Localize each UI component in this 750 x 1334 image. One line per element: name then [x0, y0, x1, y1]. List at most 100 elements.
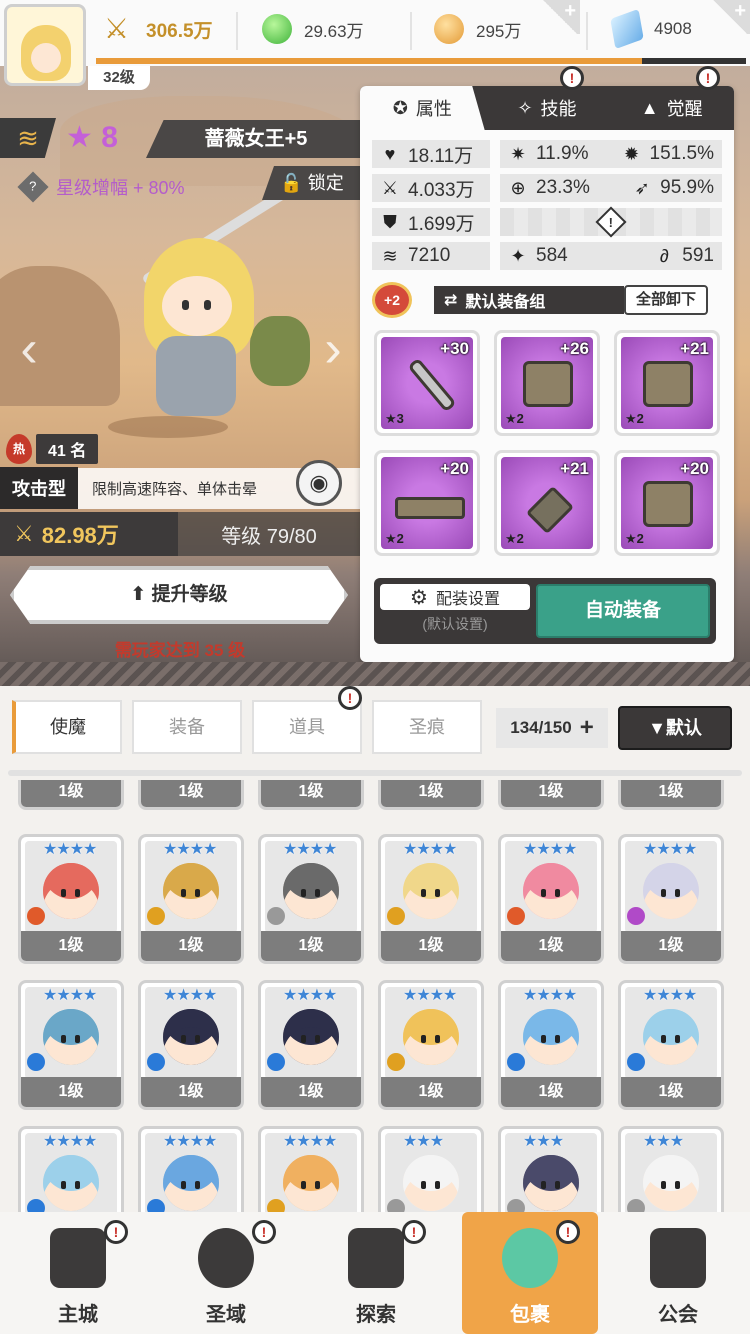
familiar-stars: ★★★★: [403, 987, 457, 1004]
familiar-card[interactable]: 1级: [498, 780, 604, 810]
bag-icon: [502, 1228, 558, 1288]
familiar-stars: ★★★★: [283, 987, 337, 1004]
element-icon[interactable]: ◉: [296, 460, 342, 506]
amulet-icon: [525, 485, 575, 535]
divider: [586, 12, 588, 50]
familiar-card[interactable]: ★★★: [498, 1126, 604, 1212]
add-gold-button[interactable]: +: [540, 0, 580, 34]
familiar-level: 1级: [501, 780, 601, 807]
loadout-settings-button[interactable]: ⚙ 配装设置: [380, 584, 530, 610]
familiar-card[interactable]: ★★★★ 1级: [18, 980, 124, 1110]
familiar-card[interactable]: ★★★★: [258, 1126, 364, 1212]
gold-currency[interactable]: 295万: [434, 8, 521, 50]
auto-equip-box: ⚙ 配装设置 (默认设置) 自动装备: [374, 578, 716, 644]
familiar-card[interactable]: 1级: [258, 780, 364, 810]
familiar-card[interactable]: ★★★★ 1级: [138, 980, 244, 1110]
hero-armor: [156, 336, 236, 416]
power-swords-icon: ⚔: [14, 521, 34, 546]
familiar-card[interactable]: 1级: [618, 780, 724, 810]
bag-tab-stigmata[interactable]: 圣痕: [372, 700, 482, 754]
familiar-stars: ★★★★: [163, 841, 217, 858]
familiar-stars: ★★★★: [43, 1133, 97, 1150]
bag-tab-familiars[interactable]: 使魔: [12, 700, 122, 754]
nav-alert-icon: !: [104, 1220, 128, 1244]
familiar-card[interactable]: 1级: [138, 780, 244, 810]
nav-label: 公会: [658, 1304, 698, 1326]
popularity-rank[interactable]: 热 41 名: [6, 434, 99, 464]
green-currency[interactable]: 29.63万: [262, 8, 364, 50]
equipment-frame: +20 ★2: [621, 457, 713, 549]
next-hero-arrow-icon[interactable]: ›: [316, 314, 350, 384]
familiar-card[interactable]: ★★★★ 1级: [258, 980, 364, 1110]
familiar-head: [283, 863, 339, 919]
tab-skills[interactable]: ✧ 技能: [485, 86, 610, 130]
stat-hp-value: 18.11万: [408, 145, 474, 167]
familiar-card[interactable]: 1级: [18, 780, 124, 810]
hero-sprite[interactable]: [104, 170, 317, 456]
familiar-card[interactable]: ★★★: [618, 1126, 724, 1212]
equipment-group-selector[interactable]: ⇄ 默认装备组: [434, 286, 624, 314]
gem-currency[interactable]: 4908: [610, 8, 692, 50]
armor-icon: [643, 361, 693, 407]
equipment-slot-amulet[interactable]: +21 ★2: [494, 450, 600, 556]
familiar-card[interactable]: ★★★★ 1级: [618, 980, 724, 1110]
familiar-head: [523, 1009, 579, 1065]
bag-capacity[interactable]: 134/150 +: [496, 708, 608, 748]
dodge-icon: ➶: [634, 177, 650, 198]
skill-icon: ✧: [517, 97, 533, 118]
gold-coin-icon: [434, 14, 464, 44]
nav-guild[interactable]: 公会: [610, 1212, 746, 1334]
familiar-card[interactable]: ★★★: [378, 1126, 484, 1212]
familiar-card[interactable]: ★★★★ 1级: [498, 980, 604, 1110]
equipment-slot-boots[interactable]: +20 ★2: [614, 450, 720, 556]
tab-attributes[interactable]: ✪ 属性: [360, 86, 485, 130]
familiar-head: [523, 1155, 579, 1211]
familiar-card[interactable]: ★★★★ 1级: [618, 834, 724, 964]
familiar-stars: ★★★: [523, 1133, 564, 1150]
familiar-stars: ★★★★: [523, 987, 577, 1004]
familiar-head: [403, 863, 459, 919]
unequip-all-button[interactable]: 全部卸下: [624, 285, 709, 315]
auto-equip-button[interactable]: 自动装备: [536, 584, 710, 638]
familiar-class-icon: [387, 1053, 405, 1071]
familiar-card[interactable]: ★★★★ 1级: [378, 834, 484, 964]
equipment-slot-armor[interactable]: +21 ★2: [614, 330, 720, 436]
prev-hero-arrow-icon[interactable]: ‹: [12, 314, 46, 384]
familiar-card[interactable]: ★★★★ 1级: [18, 834, 124, 964]
familiar-head: [523, 863, 579, 919]
equipment-slot-belt[interactable]: +20 ★2: [374, 450, 480, 556]
level-up-button[interactable]: ⬆ 提升等级: [10, 566, 348, 624]
equipment-frame: +21 ★2: [501, 457, 593, 549]
equipment-stars: ★2: [625, 531, 644, 546]
familiar-card[interactable]: 1级: [378, 780, 484, 810]
familiar-card[interactable]: ★★★★ 1级: [498, 834, 604, 964]
bag-tab-equipment[interactable]: 装备: [132, 700, 242, 754]
familiar-level: 1级: [141, 1077, 241, 1107]
tab-awaken[interactable]: ▲ 觉醒: [609, 86, 734, 130]
familiar-card[interactable]: ★★★★ 1级: [258, 834, 364, 964]
equipment-slot-helmet[interactable]: +26 ★2: [494, 330, 600, 436]
familiar-level: 1级: [21, 780, 121, 807]
bottom-nav: 主城! 圣域! 探索! 包裹! 公会: [0, 1212, 750, 1334]
hero-detail-panel: ✪ 属性 ✧ 技能 ▲ 觉醒 ♥ 18.11万 ✷ 11.9% ✹ 151.5% ⚔ 4…: [360, 86, 734, 662]
skill-alert-icon: !: [560, 66, 584, 90]
tab-attributes-label: 属性: [415, 99, 452, 119]
set-bonus-badge[interactable]: +2: [372, 282, 412, 318]
nav-alert-icon: !: [556, 1220, 580, 1244]
familiar-card[interactable]: ★★★★ 1级: [378, 980, 484, 1110]
familiar-card[interactable]: ★★★★: [138, 1126, 244, 1212]
stat-speed: ≋ 7210: [372, 242, 490, 270]
player-avatar[interactable]: [4, 4, 86, 86]
lock-button[interactable]: 🔓 锁定: [262, 166, 362, 200]
sort-button[interactable]: ▼默认: [618, 706, 732, 750]
familiar-stars: ★★★★: [643, 987, 697, 1004]
familiar-card[interactable]: ★★★★: [18, 1126, 124, 1212]
level-up-label: 提升等级: [151, 584, 228, 605]
hero-power: ⚔ 82.98万: [0, 512, 178, 556]
familiar-head: [403, 1155, 459, 1211]
add-gem-button[interactable]: +: [710, 0, 750, 34]
swap-icon: ⇄: [444, 292, 458, 309]
star-bonus[interactable]: ? 星级增幅 + 80%: [17, 171, 185, 203]
equipment-slot-sword[interactable]: +30 ★3: [374, 330, 480, 436]
familiar-card[interactable]: ★★★★ 1级: [138, 834, 244, 964]
